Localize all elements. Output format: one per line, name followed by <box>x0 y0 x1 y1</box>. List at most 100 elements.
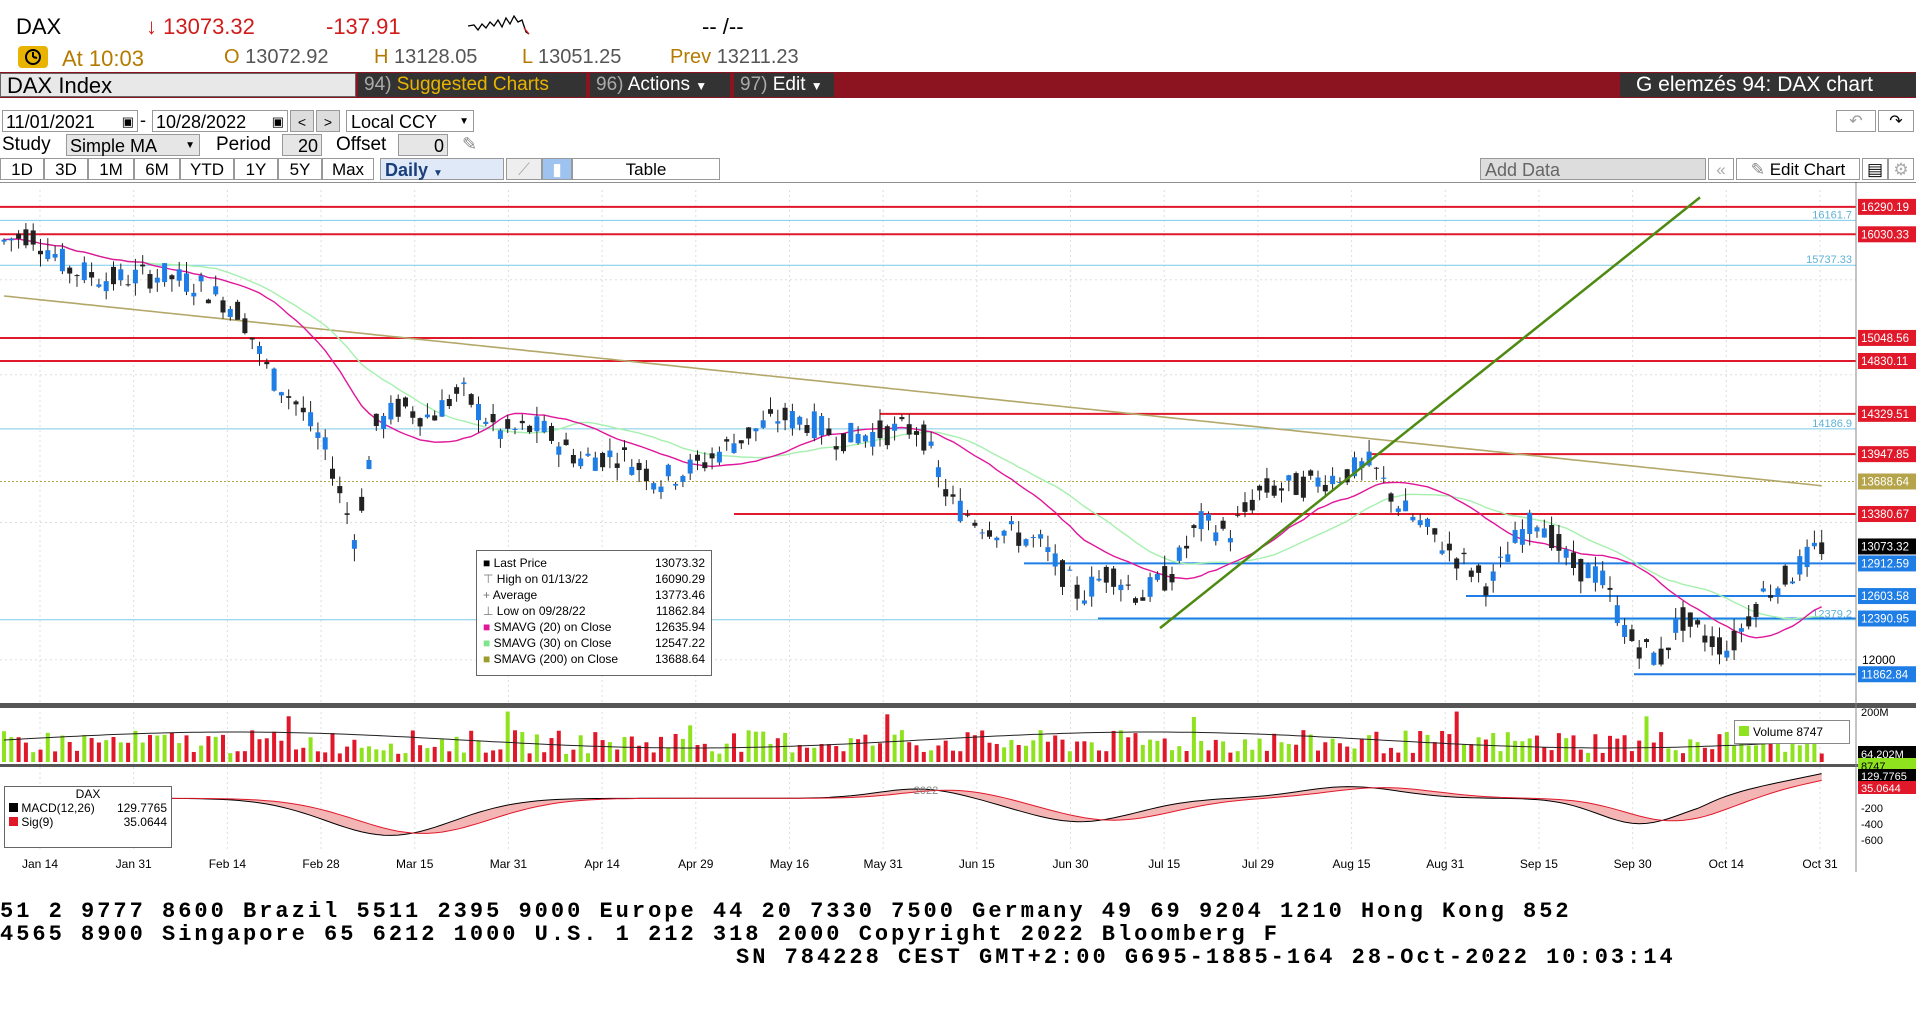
candle <box>811 411 817 439</box>
range-button-5y[interactable]: 5Y <box>278 158 322 180</box>
candle <box>950 494 956 497</box>
frequency-select[interactable]: Daily ▼ <box>380 158 504 180</box>
candle <box>184 273 189 292</box>
x-tick-label: May 16 <box>770 857 810 871</box>
volume-bar <box>1118 730 1123 762</box>
volume-bar <box>1702 747 1707 762</box>
volume-bar <box>67 742 72 762</box>
candle <box>8 238 14 241</box>
macd-legend[interactable]: DAX MACD(12,26) 129.7765 Sig(9) 35.0644 <box>4 786 172 848</box>
candle <box>388 402 394 420</box>
candle <box>753 428 759 432</box>
candle <box>271 368 277 391</box>
candle <box>1651 652 1657 665</box>
volume-bar <box>1710 749 1715 762</box>
candle <box>381 415 387 429</box>
volume-bar <box>1067 751 1072 762</box>
line-chart-icon[interactable]: ⟋ <box>506 158 542 180</box>
period-input[interactable]: 20 <box>282 134 322 156</box>
fib-label: 16161.7 <box>1812 209 1852 221</box>
volume-legend[interactable]: Volume 8747 <box>1734 720 1850 744</box>
x-tick-label: Oct 14 <box>1709 857 1745 871</box>
undo-icon[interactable]: ↶ <box>1836 110 1876 132</box>
candle <box>1549 525 1555 549</box>
chevron-right-icon[interactable]: > <box>316 110 340 132</box>
range-button-ytd[interactable]: YTD <box>180 158 234 180</box>
candle <box>337 486 343 494</box>
volume-bar <box>476 740 481 762</box>
volume-bar <box>688 725 693 762</box>
candle <box>476 403 481 421</box>
end-date-input[interactable]: 10/28/2022 ▣ <box>152 110 288 132</box>
legend-row: ■ Last Price 13073.32 <box>477 555 711 571</box>
volume-bar <box>23 742 28 762</box>
volume-bar <box>921 751 926 762</box>
volume-bar <box>1294 744 1299 762</box>
redo-icon[interactable]: ↷ <box>1878 110 1914 132</box>
candle <box>804 425 810 433</box>
candle <box>519 420 525 424</box>
candle <box>1198 511 1204 530</box>
offset-input[interactable]: 0 <box>398 134 448 156</box>
volume-bar <box>1447 734 1452 762</box>
bar-chart-icon[interactable]: ▮ <box>542 158 572 180</box>
volume-bar <box>82 735 87 762</box>
candle <box>826 428 832 436</box>
calendar-icon[interactable]: ▣ <box>272 111 284 133</box>
table-button[interactable]: Table <box>572 158 720 180</box>
candle <box>395 398 401 417</box>
candle <box>1695 620 1701 625</box>
volume-bar <box>593 732 598 762</box>
candle <box>446 398 452 407</box>
volume-bar <box>440 739 444 762</box>
volume-bar <box>1505 732 1510 762</box>
range-button-1m[interactable]: 1M <box>88 158 134 180</box>
price-legend[interactable]: ■ Last Price 13073.32 ⊤ High on 01/13/22 16… <box>476 550 712 676</box>
price-tag-text: 12603.58 <box>1861 591 1909 603</box>
candle <box>1673 618 1679 633</box>
x-tick-label: Jul 15 <box>1148 857 1180 871</box>
candle <box>1476 565 1482 573</box>
pencil-icon[interactable]: ✎ <box>462 134 477 155</box>
candle <box>1454 558 1460 569</box>
range-button-max[interactable]: Max <box>322 158 374 180</box>
volume-bar <box>330 733 335 762</box>
volume-bar <box>308 737 313 762</box>
actions-button[interactable]: 96) Actions ▼ <box>590 73 730 97</box>
currency-select[interactable]: Local CCY ▼ <box>346 110 474 132</box>
volume-bar <box>1381 753 1386 762</box>
start-date-input[interactable]: 11/01/2021 ▣ <box>2 110 138 132</box>
chart-settings-icon[interactable]: ▤ <box>1862 158 1888 180</box>
volume-bar <box>1819 753 1824 762</box>
range-button-6m[interactable]: 6M <box>134 158 180 180</box>
volume-bar <box>1797 745 1802 762</box>
candle <box>103 281 109 292</box>
range-button-1d[interactable]: 1D <box>0 158 44 180</box>
range-button-1y[interactable]: 1Y <box>234 158 278 180</box>
volume-bar <box>16 737 21 762</box>
gear-icon[interactable]: ⚙ <box>1888 158 1914 180</box>
price-change: -137.91 <box>326 14 401 39</box>
price-chart[interactable]: 16161.7 15737.33 14186.9 12379.2 16290.19 16… <box>0 182 1916 872</box>
sig-label: Sig(9) <box>21 815 54 829</box>
security-field[interactable]: DAX Index <box>0 73 356 98</box>
edit-button[interactable]: 97) Edit ▼ <box>734 73 834 97</box>
calendar-icon[interactable]: ▣ <box>122 111 134 133</box>
edit-chart-button[interactable]: ✎ Edit Chart <box>1736 158 1860 180</box>
volume-bar <box>775 738 780 762</box>
year-label: 2022 <box>914 785 938 797</box>
candle <box>1446 543 1452 551</box>
chevron-down-icon: ▼ <box>695 79 708 93</box>
candle <box>220 300 226 313</box>
range-button-3d[interactable]: 3D <box>44 158 88 180</box>
alert-clock-icon[interactable] <box>18 46 48 68</box>
suggested-charts-button[interactable]: 94) Suggested Charts <box>358 73 586 97</box>
candle <box>695 454 700 461</box>
collapse-icon[interactable]: « <box>1708 158 1734 180</box>
volume-bar <box>1206 750 1211 762</box>
volume-bar <box>1126 737 1131 762</box>
x-tick-label: Jun 15 <box>959 857 995 871</box>
chevron-left-icon[interactable]: < <box>290 110 314 132</box>
study-select[interactable]: Simple MA ▼ <box>66 134 200 156</box>
add-data-input[interactable]: Add Data <box>1480 158 1706 180</box>
